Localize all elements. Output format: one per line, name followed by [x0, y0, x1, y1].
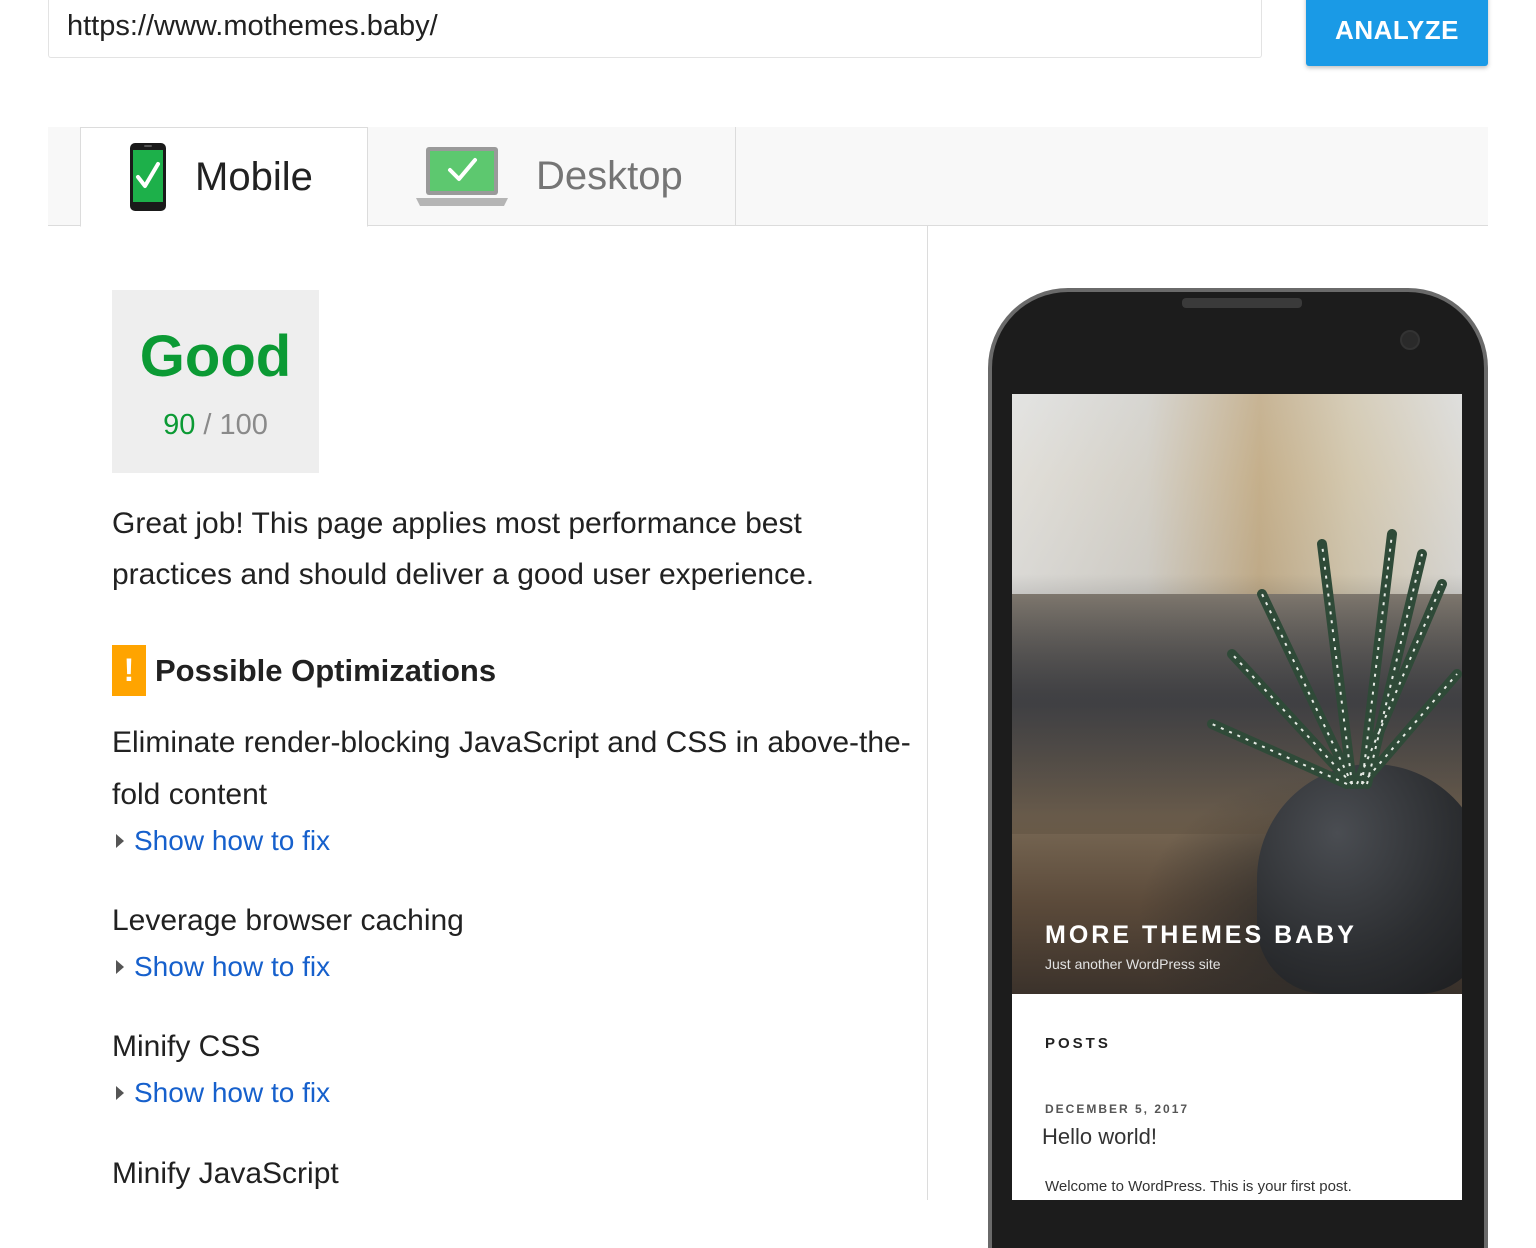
- show-how-to-fix-label: Show how to fix: [134, 1077, 331, 1108]
- rule-title: Leverage browser caching: [112, 904, 464, 937]
- expand-triangle-icon: [116, 960, 124, 974]
- show-how-to-fix-link[interactable]: Show how to fix: [112, 825, 912, 857]
- tab-mobile-label: Mobile: [195, 154, 313, 199]
- show-how-to-fix-link[interactable]: Show how to fix: [112, 1077, 912, 1109]
- tab-mobile[interactable]: Mobile: [80, 127, 368, 227]
- camera-icon: [1400, 330, 1420, 350]
- tab-desktop[interactable]: Desktop: [368, 127, 736, 226]
- expand-triangle-icon: [116, 834, 124, 848]
- post-excerpt: Welcome to WordPress. This is your first…: [1045, 1178, 1352, 1195]
- tab-desktop-label: Desktop: [536, 154, 683, 198]
- rule-item: Minify CSS Show how to fix: [112, 1021, 912, 1109]
- warning-icon: !: [112, 645, 146, 696]
- analyze-button[interactable]: ANALYZE: [1306, 0, 1488, 66]
- rule-item: Minify JavaScript: [112, 1148, 912, 1200]
- succulent-plant-icon: [1207, 529, 1462, 789]
- mobile-check-icon: [129, 142, 167, 212]
- score-card: Good 90 / 100: [112, 290, 319, 473]
- score-separator: /: [195, 409, 220, 441]
- optimizations-title: Possible Optimizations: [155, 652, 497, 688]
- rule-title: Minify CSS: [112, 1030, 261, 1063]
- rule-item: Eliminate render-blocking JavaScript and…: [112, 717, 912, 857]
- expand-triangle-icon: [116, 1086, 124, 1100]
- score-value: 90 / 100: [112, 409, 319, 442]
- hero-image: MORE THEMES BABY Just another WordPress …: [1012, 394, 1462, 994]
- rule-item: Leverage browser caching Show how to fix: [112, 895, 912, 983]
- rule-title: Eliminate render-blocking JavaScript and…: [112, 726, 911, 811]
- rule-title: Minify JavaScript: [112, 1157, 339, 1190]
- phone-speaker: [1182, 298, 1302, 308]
- optimizations-header: ! Possible Optimizations: [112, 645, 496, 696]
- post-title: Hello world!: [1042, 1124, 1157, 1149]
- desktop-check-icon: [416, 146, 508, 208]
- column-divider: [927, 226, 928, 1200]
- score-rating: Good: [139, 324, 292, 389]
- show-how-to-fix-link[interactable]: Show how to fix: [112, 951, 912, 983]
- site-tagline: Just another WordPress site: [1045, 956, 1221, 972]
- url-input[interactable]: [48, 0, 1262, 58]
- posts-heading: POSTS: [1045, 1035, 1111, 1052]
- score-max: 100: [219, 409, 268, 441]
- device-tab-bar: Mobile Desktop: [48, 127, 1488, 227]
- summary-text: Great job! This page applies most perfor…: [112, 507, 815, 591]
- score-number: 90: [163, 409, 196, 441]
- site-title: MORE THEMES BABY: [1045, 921, 1357, 949]
- mobile-preview-screen: MORE THEMES BABY Just another WordPress …: [1012, 394, 1462, 1200]
- show-how-to-fix-label: Show how to fix: [134, 825, 331, 856]
- post-date: DECEMBER 5, 2017: [1045, 1102, 1190, 1116]
- show-how-to-fix-label: Show how to fix: [134, 951, 331, 982]
